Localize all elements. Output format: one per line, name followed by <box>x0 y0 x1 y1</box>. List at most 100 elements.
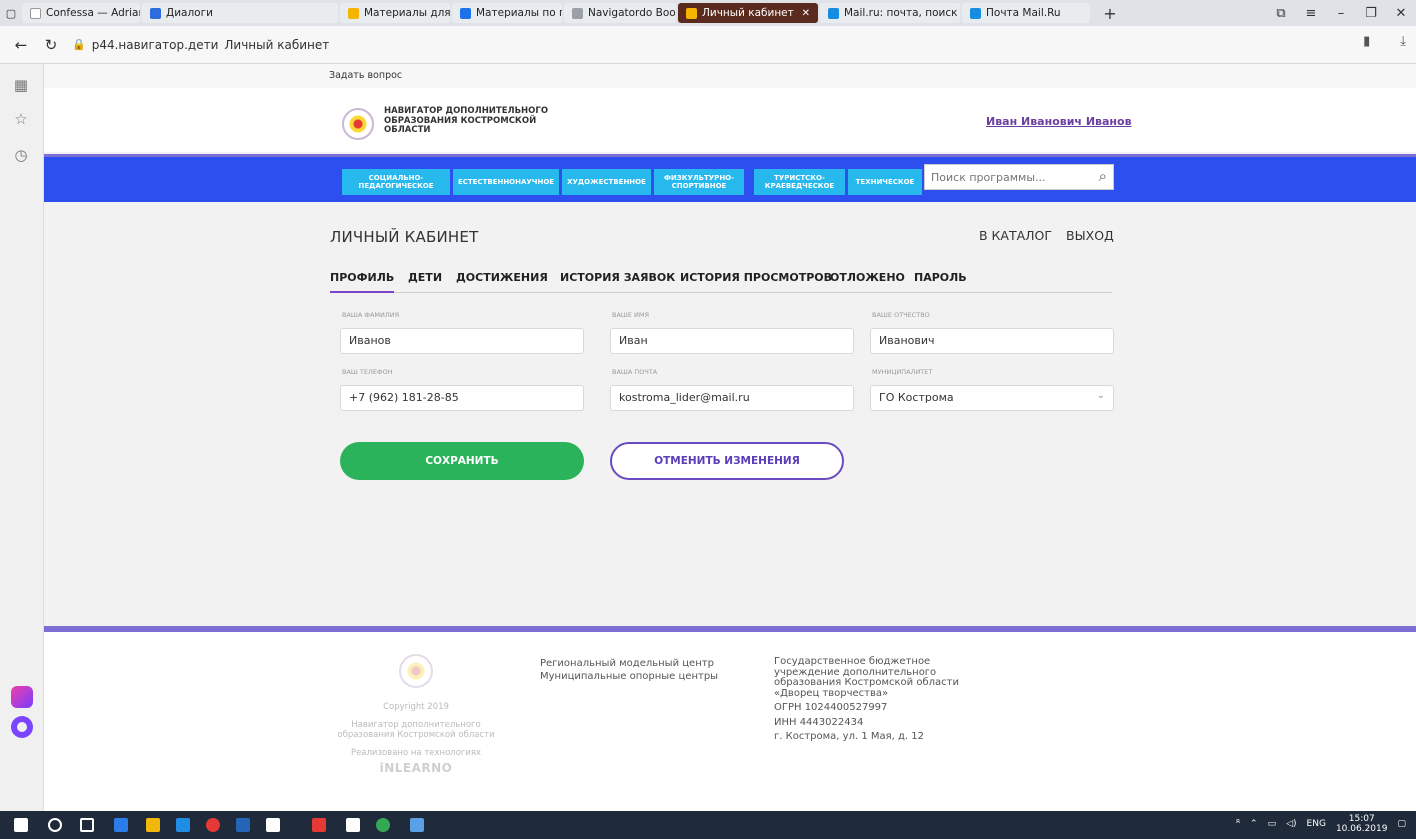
play-icon <box>30 7 41 19</box>
close-tab-icon[interactable]: ✕ <box>802 8 810 19</box>
windows-start-icon[interactable] <box>14 818 28 832</box>
browser-tab[interactable]: Материалы по проведени... <box>452 3 562 23</box>
url-field[interactable]: p44.навигатор.дети Личный кабинет <box>92 38 330 52</box>
restore-icon[interactable]: ❐ <box>1356 6 1386 21</box>
figure-icon <box>572 7 583 19</box>
system-tray: ᴿ ⌃ ▭ ◁) ENG 15:07 10.06.2019 ▢ <box>1236 814 1406 834</box>
search-icon[interactable] <box>48 818 62 832</box>
browser-tab[interactable]: Confessa — Adrian... ✕ <box>22 3 140 23</box>
category-sport[interactable]: ФИЗКУЛЬТУРНО-СПОРТИВНОЕ <box>654 169 744 195</box>
regional-center-link[interactable]: Региональный модельный центр <box>540 657 718 670</box>
catalog-link[interactable]: В КАТАЛОГ <box>979 228 1052 243</box>
category-nav: СОЦИАЛЬНО-ПЕДАГОГИЧЕСКОЕ ЕСТЕСТВЕННОНАУЧ… <box>44 154 1416 202</box>
email-field[interactable]: kostroma_lider@mail.ru <box>610 385 854 411</box>
user-name-link[interactable]: Иван Иванович Иванов <box>986 115 1132 128</box>
tab-children[interactable]: ДЕТИ <box>408 271 442 284</box>
volume-icon[interactable]: ◁) <box>1286 819 1296 829</box>
cancel-changes-button[interactable]: ОТМЕНИТЬ ИЗМЕНЕНИЯ <box>610 442 844 480</box>
municipal-centers-link[interactable]: Муниципальные опорные центры <box>540 670 718 683</box>
browser-tab[interactable]: Navigatordo Booking <box>564 3 676 23</box>
tab-view-history[interactable]: ИСТОРИЯ ПРОСМОТРОВ <box>680 271 832 284</box>
people-icon[interactable]: ᴿ <box>1236 819 1240 829</box>
browser-tab[interactable]: Диалоги <box>142 3 338 23</box>
reload-icon[interactable]: ↻ <box>40 36 62 54</box>
browser-tab[interactable]: Материалы для проведе... <box>340 3 450 23</box>
yandex-browser-icon[interactable] <box>206 818 220 832</box>
phone-field[interactable]: +7 (962) 181-28-85 <box>340 385 584 411</box>
tab-application-history[interactable]: ИСТОРИЯ ЗАЯВОК <box>560 271 675 284</box>
network-icon[interactable]: ▭ <box>1268 819 1277 829</box>
mail-at-icon <box>828 7 839 19</box>
window-controls: ⧉ ≡ – ❐ ✕ <box>1266 0 1416 26</box>
category-tourism[interactable]: ТУРИСТСКО-КРАЕВЕДЧЕСКОЕ <box>754 169 845 195</box>
menu-icon[interactable]: ≡ <box>1296 6 1326 21</box>
account-links: В КАТАЛОГ ВЫХОД <box>979 228 1114 243</box>
arc-icon <box>460 7 471 19</box>
inlearno-logo[interactable]: iNLEARNO <box>334 762 498 774</box>
bookmark-icon[interactable]: ▮ <box>1363 34 1370 49</box>
search-input[interactable] <box>925 165 1085 189</box>
clock[interactable]: 15:07 10.06.2019 <box>1336 814 1388 834</box>
ask-question-link[interactable]: Задать вопрос <box>329 70 402 81</box>
browser-tab[interactable]: Почта Mail.Ru <box>962 3 1090 23</box>
pinwheel-icon <box>686 7 697 19</box>
minimize-icon[interactable]: – <box>1326 6 1356 21</box>
task-view-icon[interactable] <box>80 818 94 832</box>
address-bar-actions: ▮ ⤓ <box>1363 34 1406 49</box>
chat-icon <box>150 7 161 19</box>
download-icon[interactable]: ⤓ <box>1400 34 1406 49</box>
apps-grid-icon[interactable]: ▦ <box>10 74 32 96</box>
close-icon[interactable]: ✕ <box>1386 6 1416 21</box>
search-icon[interactable]: ⌕ <box>1099 167 1107 185</box>
language-indicator[interactable]: ENG <box>1307 819 1326 829</box>
windows-taskbar: ᴿ ⌃ ▭ ◁) ENG 15:07 10.06.2019 ▢ <box>0 811 1416 839</box>
site-footer <box>44 626 1416 811</box>
site-header <box>44 88 1416 152</box>
browser-tab-active[interactable]: Личный кабинет ✕ <box>678 3 818 23</box>
yandex-icon[interactable] <box>312 818 326 832</box>
browser-tab[interactable]: Mail.ru: почта, поиск в инт... <box>820 3 960 23</box>
save-button[interactable]: СОХРАНИТЬ <box>340 442 584 480</box>
name-field[interactable]: Иван <box>610 328 854 354</box>
bookmarks-icon[interactable]: ⧉ <box>1266 6 1296 21</box>
patronymic-label: ВАШЕ ОТЧЕСТВО <box>872 311 930 319</box>
bitrix-icon[interactable] <box>236 818 250 832</box>
store-icon[interactable] <box>146 818 160 832</box>
municipality-label: МУНИЦИПАЛИТЕТ <box>872 368 933 376</box>
tab-achievements[interactable]: ДОСТИЖЕНИЯ <box>456 271 548 284</box>
footer-links: Региональный модельный центр Муниципальн… <box>540 657 718 683</box>
site-logo-icon[interactable] <box>342 108 374 140</box>
chrome-icon[interactable] <box>376 818 390 832</box>
category-technical[interactable]: ТЕХНИЧЕСКОЕ <box>848 169 922 195</box>
sidebar-toggle-icon[interactable]: ▢ <box>0 0 22 26</box>
category-social[interactable]: СОЦИАЛЬНО-ПЕДАГОГИЧЕСКОЕ <box>342 169 450 195</box>
tab-postponed[interactable]: ОТЛОЖЕНО <box>830 271 905 284</box>
back-icon[interactable]: ← <box>10 36 32 54</box>
logout-link[interactable]: ВЫХОД <box>1066 228 1114 243</box>
category-science[interactable]: ЕСТЕСТВЕННОНАУЧНОЕ <box>453 169 559 195</box>
chevron-down-icon: ⌄ <box>1096 390 1105 401</box>
municipality-select[interactable]: ГО Кострома ⌄ <box>870 385 1114 411</box>
alice-assistant-icon[interactable] <box>11 716 33 738</box>
tab-profile[interactable]: ПРОФИЛЬ <box>330 271 395 293</box>
favorites-star-icon[interactable]: ☆ <box>10 108 32 130</box>
site-brand[interactable]: НАВИГАТОР ДОПОЛНИТЕЛЬНОГО ОБРАЗОВАНИЯ КО… <box>384 106 554 136</box>
phone-label: ВАШ ТЕЛЕФОН <box>342 368 393 376</box>
notifications-icon[interactable]: ▢ <box>1397 819 1406 829</box>
history-clock-icon[interactable]: ◷ <box>10 144 32 166</box>
notepad-icon[interactable] <box>410 818 424 832</box>
new-tab-button[interactable]: + <box>1092 0 1128 26</box>
app-icon[interactable] <box>266 818 280 832</box>
patronymic-field[interactable]: Иванович <box>870 328 1114 354</box>
mail-icon[interactable] <box>346 818 360 832</box>
tab-password[interactable]: ПАРОЛЬ <box>914 271 967 284</box>
file-explorer-icon[interactable] <box>114 818 128 832</box>
surname-field[interactable]: Иванов <box>340 328 584 354</box>
chevron-up-icon[interactable]: ⌃ <box>1250 819 1258 829</box>
footer-logo-icon <box>399 654 433 688</box>
alice-app-icon[interactable] <box>11 686 33 708</box>
edge-icon[interactable] <box>176 818 190 832</box>
org-name: Государственное бюджетное учреждение доп… <box>774 656 959 699</box>
ogrn: ОГРН 1024400527997 <box>774 702 888 713</box>
category-art[interactable]: ХУДОЖЕСТВЕННОЕ <box>562 169 651 195</box>
